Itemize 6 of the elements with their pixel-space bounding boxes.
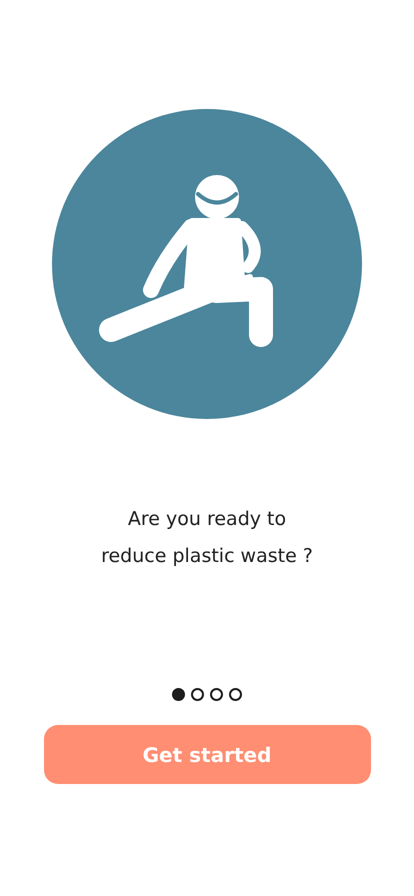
intro-text: Are you ready to reduce plastic waste ? bbox=[101, 507, 313, 569]
page-indicator-dot[interactable] bbox=[210, 688, 223, 701]
page-indicator-dot[interactable] bbox=[191, 688, 204, 701]
page-indicator-dot[interactable] bbox=[172, 688, 185, 701]
get-started-button[interactable]: Get started bbox=[44, 725, 370, 784]
page-indicator-dot[interactable] bbox=[229, 688, 242, 701]
